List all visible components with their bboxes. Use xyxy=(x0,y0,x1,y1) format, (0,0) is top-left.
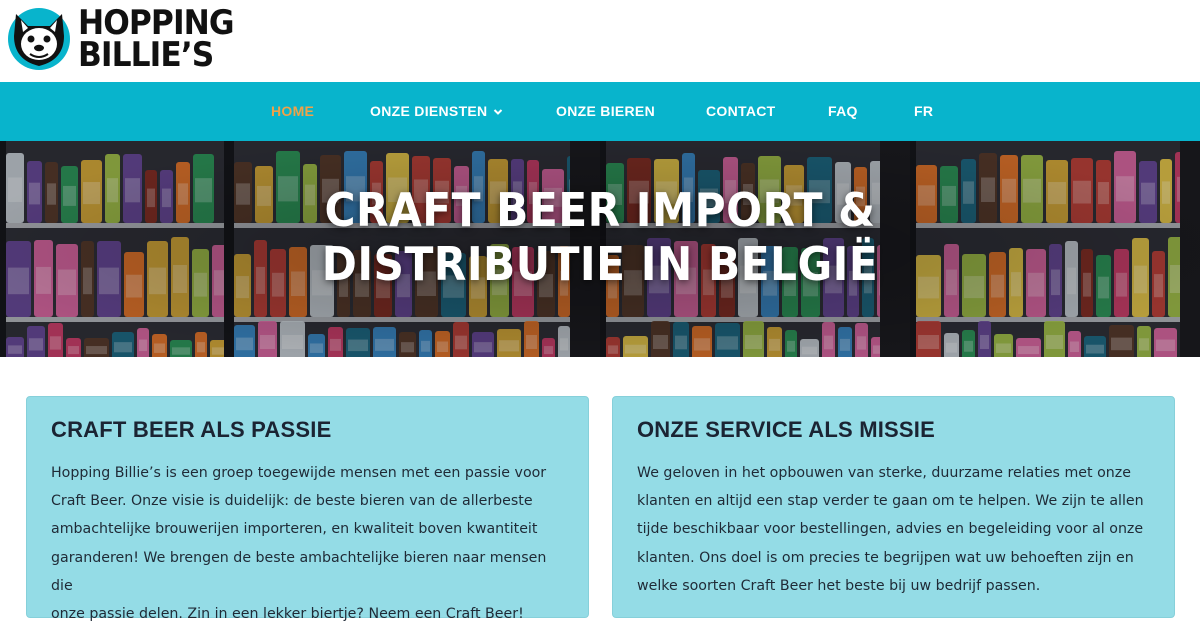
card-text-line: klanten. Ons doel is om precies te begri… xyxy=(637,549,1134,566)
bulldog-icon xyxy=(8,8,70,70)
nav-item-label: FAQ xyxy=(828,103,858,119)
nav-list: HOME ONZE DIENSTEN ONZE BIEREN CONTACT F… xyxy=(0,82,1200,141)
card-text-line: Hopping Billie’s is een groep toegewijde… xyxy=(51,465,547,481)
card-text-line: welke soorten Craft Beer het beste bij u… xyxy=(637,577,1041,594)
card-passie: CRAFT BEER ALS PASSIE Hopping Billie’s i… xyxy=(26,396,589,622)
nav-item-fr[interactable]: FR xyxy=(914,82,933,141)
card-body: We geloven in het opbouwen van sterke, d… xyxy=(637,459,1150,600)
logo-line-2: BILLIE’S xyxy=(78,35,214,75)
card-missie: ONZE SERVICE ALS MISSIE We geloven in he… xyxy=(612,396,1175,618)
nav-item-home[interactable]: HOME xyxy=(271,82,314,141)
hero-title-line-1: CRAFT BEER IMPORT & xyxy=(324,183,876,237)
hero-banner: CRAFT BEER IMPORT & DISTRIBUTIE IN BELGI… xyxy=(0,141,1200,357)
card-text-line: garanderen! We brengen de beste ambachte… xyxy=(51,549,547,594)
nav-item-label: HOME xyxy=(271,103,315,119)
card-body: Hopping Billie’s is een groep toegewijde… xyxy=(51,459,564,628)
card-text-line: We geloven in het opbouwen van sterke, d… xyxy=(637,465,1131,481)
card-text-line: ambachtelijke brouwerijen importeren, en… xyxy=(51,521,538,538)
nav-item-faq[interactable]: FAQ xyxy=(828,82,858,141)
card-text-line: tijde beschikbaar voor bestellingen, adv… xyxy=(637,521,1144,538)
nav-item-label: FR xyxy=(914,103,934,119)
logo-wordmark: HOPPING BILLIE’S xyxy=(78,6,247,75)
nav-item-label: CONTACT xyxy=(706,103,776,119)
nav-item-onze-diensten[interactable]: ONZE DIENSTEN xyxy=(370,82,503,141)
hero-title: CRAFT BEER IMPORT & DISTRIBUTIE IN BELGI… xyxy=(48,183,1152,291)
card-text-line: onze passie delen. Zin in een lekker bie… xyxy=(51,606,524,623)
logo-link[interactable]: HOPPING BILLIE’S xyxy=(6,6,247,72)
site-header: HOPPING BILLIE’S xyxy=(0,0,1200,82)
card-text-line: klanten en altijd een stap verder te gaa… xyxy=(637,493,1144,510)
card-text-line: Craft Beer. Onze visie is duidelijk: de … xyxy=(51,493,533,510)
nav-item-onze-bieren[interactable]: ONZE BIEREN xyxy=(556,82,655,141)
card-title: CRAFT BEER ALS PASSIE xyxy=(51,417,332,442)
main-nav: HOME ONZE DIENSTEN ONZE BIEREN CONTACT F… xyxy=(0,82,1200,141)
nav-item-label: ONZE BIEREN xyxy=(556,103,655,119)
chevron-down-icon xyxy=(494,109,503,116)
nav-item-contact[interactable]: CONTACT xyxy=(706,82,776,141)
nav-item-label: ONZE DIENSTEN xyxy=(370,103,488,119)
card-title: ONZE SERVICE ALS MISSIE xyxy=(637,417,935,442)
hero-title-line-2: DISTRIBUTIE IN BELGIË xyxy=(321,237,879,291)
